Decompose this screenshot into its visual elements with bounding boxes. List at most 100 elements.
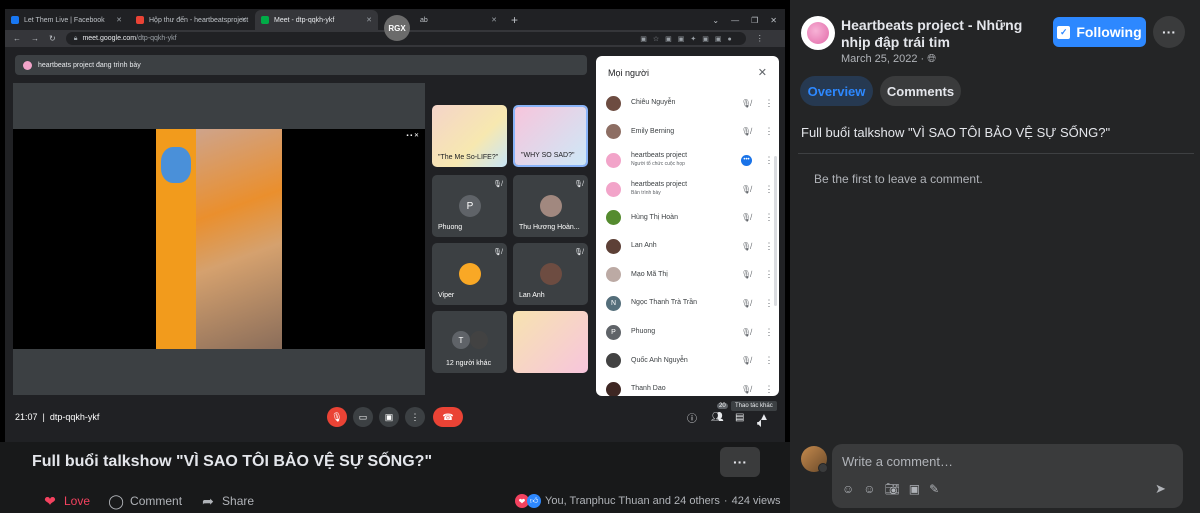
mic-off-icon[interactable]: 🎙︎̸	[741, 99, 759, 108]
participant-tile[interactable]: 🎙︎̸ Thu Hương Hoàn...	[513, 175, 588, 237]
kebab-menu-icon[interactable]: ⋮	[759, 126, 779, 137]
participant-row[interactable]: Mạo Mã Thị 🎙︎̸ ⋮	[596, 261, 779, 290]
browser-tab-gmail[interactable]: Hộp thư đến - heartbeatsproject ✕	[130, 10, 253, 30]
presentation-stage[interactable]: ▪ ▪ ✕	[13, 83, 425, 395]
people-panel: Mọi người ✕ Chiêu Nguyễn 🎙︎̸ ⋮ Emily Bernin…	[596, 56, 779, 396]
post-date[interactable]: March 25, 2022 · 🌐︎	[841, 53, 936, 66]
close-icon[interactable]: ✕	[758, 66, 767, 79]
kebab-menu-icon[interactable]: ⋮	[759, 384, 779, 395]
avatar-sticker-icon[interactable]: ☺︎	[842, 482, 854, 496]
more-options-button[interactable]: ···	[1153, 16, 1185, 48]
minimize-icon[interactable]: —	[731, 16, 739, 25]
browser-tab-facebook[interactable]: Let Them Live | Facebook ✕	[5, 10, 128, 30]
reload-icon[interactable]: ↻	[49, 34, 56, 43]
gif-icon[interactable]: ▣	[909, 482, 920, 496]
chevron-down-icon[interactable]: ⌄	[712, 16, 719, 25]
kebab-menu-icon[interactable]: ⋮	[756, 34, 764, 43]
kebab-menu-icon[interactable]: ⋮	[759, 355, 779, 366]
participant-info: Ngọc Thanh Trà Trần	[631, 299, 741, 307]
participant-row[interactable]: P Phuong 🎙︎̸ ⋮	[596, 318, 779, 347]
info-icon[interactable]: ⓘ	[687, 410, 697, 425]
participant-tile[interactable]: "The Me So-LIFE?"	[432, 105, 507, 167]
mic-off-icon[interactable]: 🎙︎̸	[741, 356, 759, 365]
tab-comments[interactable]: Comments	[880, 76, 961, 106]
close-icon[interactable]: ✕	[116, 16, 122, 24]
extension-icons[interactable]: ▣☆▣▣✦▣▣●	[640, 35, 745, 43]
participant-tile[interactable]: 🎙︎̸ P Phuong	[432, 175, 507, 237]
kebab-menu-icon[interactable]: ⋮	[759, 98, 779, 109]
back-icon[interactable]: ←	[13, 34, 21, 43]
following-button[interactable]: ✓ Following	[1053, 17, 1146, 47]
mic-off-icon[interactable]: 🎙︎̸	[741, 299, 759, 308]
views-text: 424 views	[731, 495, 781, 507]
more-options-button[interactable]: ⋮	[405, 407, 425, 427]
tab-overview[interactable]: Overview	[800, 76, 873, 106]
participant-tile-more[interactable]: T 12 người khác	[432, 311, 507, 373]
more-options-button[interactable]: ···	[720, 447, 760, 477]
mic-off-icon[interactable]: 🎙︎̸	[741, 385, 759, 394]
scrollbar[interactable]	[774, 156, 777, 306]
mic-off-icon[interactable]: 🎙︎̸	[741, 328, 759, 337]
comment-box[interactable]: ☺︎ ☺ 📷︎ ▣ ✎ ➤	[832, 444, 1183, 508]
browser-tab-meet[interactable]: Meet - dtp-qqkh-ykf ✕	[255, 10, 378, 30]
participant-tile[interactable]	[513, 311, 588, 373]
close-icon[interactable]: ✕	[366, 16, 372, 24]
close-icon[interactable]: ✕	[241, 16, 247, 24]
participant-row[interactable]: Lan Anh 🎙︎̸ ⋮	[596, 232, 779, 261]
participant-row[interactable]: heartbeats project Người tổ chức cuộc họp…	[596, 146, 779, 175]
participant-name: Chiêu Nguyễn	[631, 99, 676, 107]
camera-icon[interactable]: 📷︎	[885, 482, 900, 496]
people-icon[interactable]: 👥︎	[711, 412, 724, 423]
avatar	[606, 181, 621, 197]
presenting-banner: heartbeats project đang trình bày	[15, 55, 587, 75]
forward-icon[interactable]: →	[31, 34, 39, 43]
participant-tile[interactable]: "WHY SO SAD?"	[513, 105, 588, 167]
end-call-button[interactable]: ☎︎	[433, 407, 463, 427]
participant-tile[interactable]: 🎙︎̸ Lan Anh	[513, 243, 588, 305]
kebab-menu-icon[interactable]: ⋮	[759, 327, 779, 338]
share-label: Share	[222, 494, 255, 508]
comment-button[interactable]: ◯ Comment	[108, 493, 182, 509]
chevron-down-icon[interactable]	[818, 463, 828, 473]
close-window-icon[interactable]: ✕	[770, 16, 777, 25]
reactions-text[interactable]: You, Tranphuc Thuan and 24 others	[545, 495, 720, 507]
chat-icon[interactable]: ▤	[735, 412, 744, 423]
participant-name: Emily Berning	[631, 127, 675, 135]
participant-row[interactable]: Chiêu Nguyễn 🎙︎̸ ⋮	[596, 89, 779, 118]
participant-row[interactable]: N Ngọc Thanh Trà Trần 🎙︎̸ ⋮	[596, 289, 779, 318]
comment-input[interactable]	[842, 452, 1162, 470]
emoji-icon[interactable]: ☺	[863, 482, 875, 496]
check-icon: ✓	[1057, 25, 1071, 39]
participant-row[interactable]: heartbeats project Bản trình bày 🎙︎̸ ⋮	[596, 175, 779, 204]
video-player[interactable]: Let Them Live | Facebook ✕ Hộp thư đến -…	[0, 0, 790, 442]
page-avatar[interactable]	[801, 16, 835, 50]
mic-off-icon: 🎙︎̸	[574, 249, 583, 256]
love-button[interactable]: ❤︎ Love	[42, 493, 90, 509]
mic-off-icon[interactable]: 🎙︎̸	[741, 127, 759, 136]
participant-name: Phuong	[438, 224, 463, 231]
post-actions: ❤︎ Love ◯ Comment ➦ Share	[42, 493, 254, 509]
close-icon[interactable]: ✕	[491, 16, 497, 24]
present-button[interactable]: ▣	[379, 407, 399, 427]
participant-row[interactable]: Emily Berning 🎙︎̸ ⋮	[596, 118, 779, 147]
camera-button[interactable]: ▭	[353, 407, 373, 427]
mic-off-icon[interactable]: 🎙︎̸	[741, 242, 759, 251]
mic-off-icon[interactable]: 🎙︎̸	[741, 270, 759, 279]
share-button[interactable]: ➦ Share	[200, 493, 254, 509]
send-icon[interactable]: ➤	[1155, 481, 1166, 497]
mic-off-icon: 🎙︎̸	[493, 249, 502, 256]
mic-off-icon[interactable]: 🎙︎̸	[741, 213, 759, 222]
participant-row[interactable]: Hùng Thị Hoàn 🎙︎̸ ⋮	[596, 203, 779, 232]
sticker-icon[interactable]: ✎	[929, 482, 939, 496]
reactions-summary[interactable]: ❤︎ 👍︎ You, Tranphuc Thuan and 24 others …	[515, 494, 781, 508]
new-tab-icon[interactable]: +	[511, 13, 518, 27]
maximize-icon[interactable]: ❐	[751, 16, 758, 25]
participant-row[interactable]: Thanh Dao 🎙︎̸ ⋮	[596, 375, 779, 396]
volume-icon[interactable]: 🔈︎	[757, 415, 765, 431]
video-controls-icon[interactable]: ▪ ▪ ✕	[406, 132, 419, 139]
page-name[interactable]: Heartbeats project - Những nhịp đập trái…	[841, 17, 1041, 51]
mic-off-button[interactable]: 🎙︎	[327, 407, 347, 427]
mic-off-icon[interactable]: 🎙︎̸	[741, 185, 759, 194]
participant-tile[interactable]: 🎙︎̸ Viper	[432, 243, 507, 305]
participant-row[interactable]: Quốc Anh Nguyễn 🎙︎̸ ⋮	[596, 346, 779, 375]
